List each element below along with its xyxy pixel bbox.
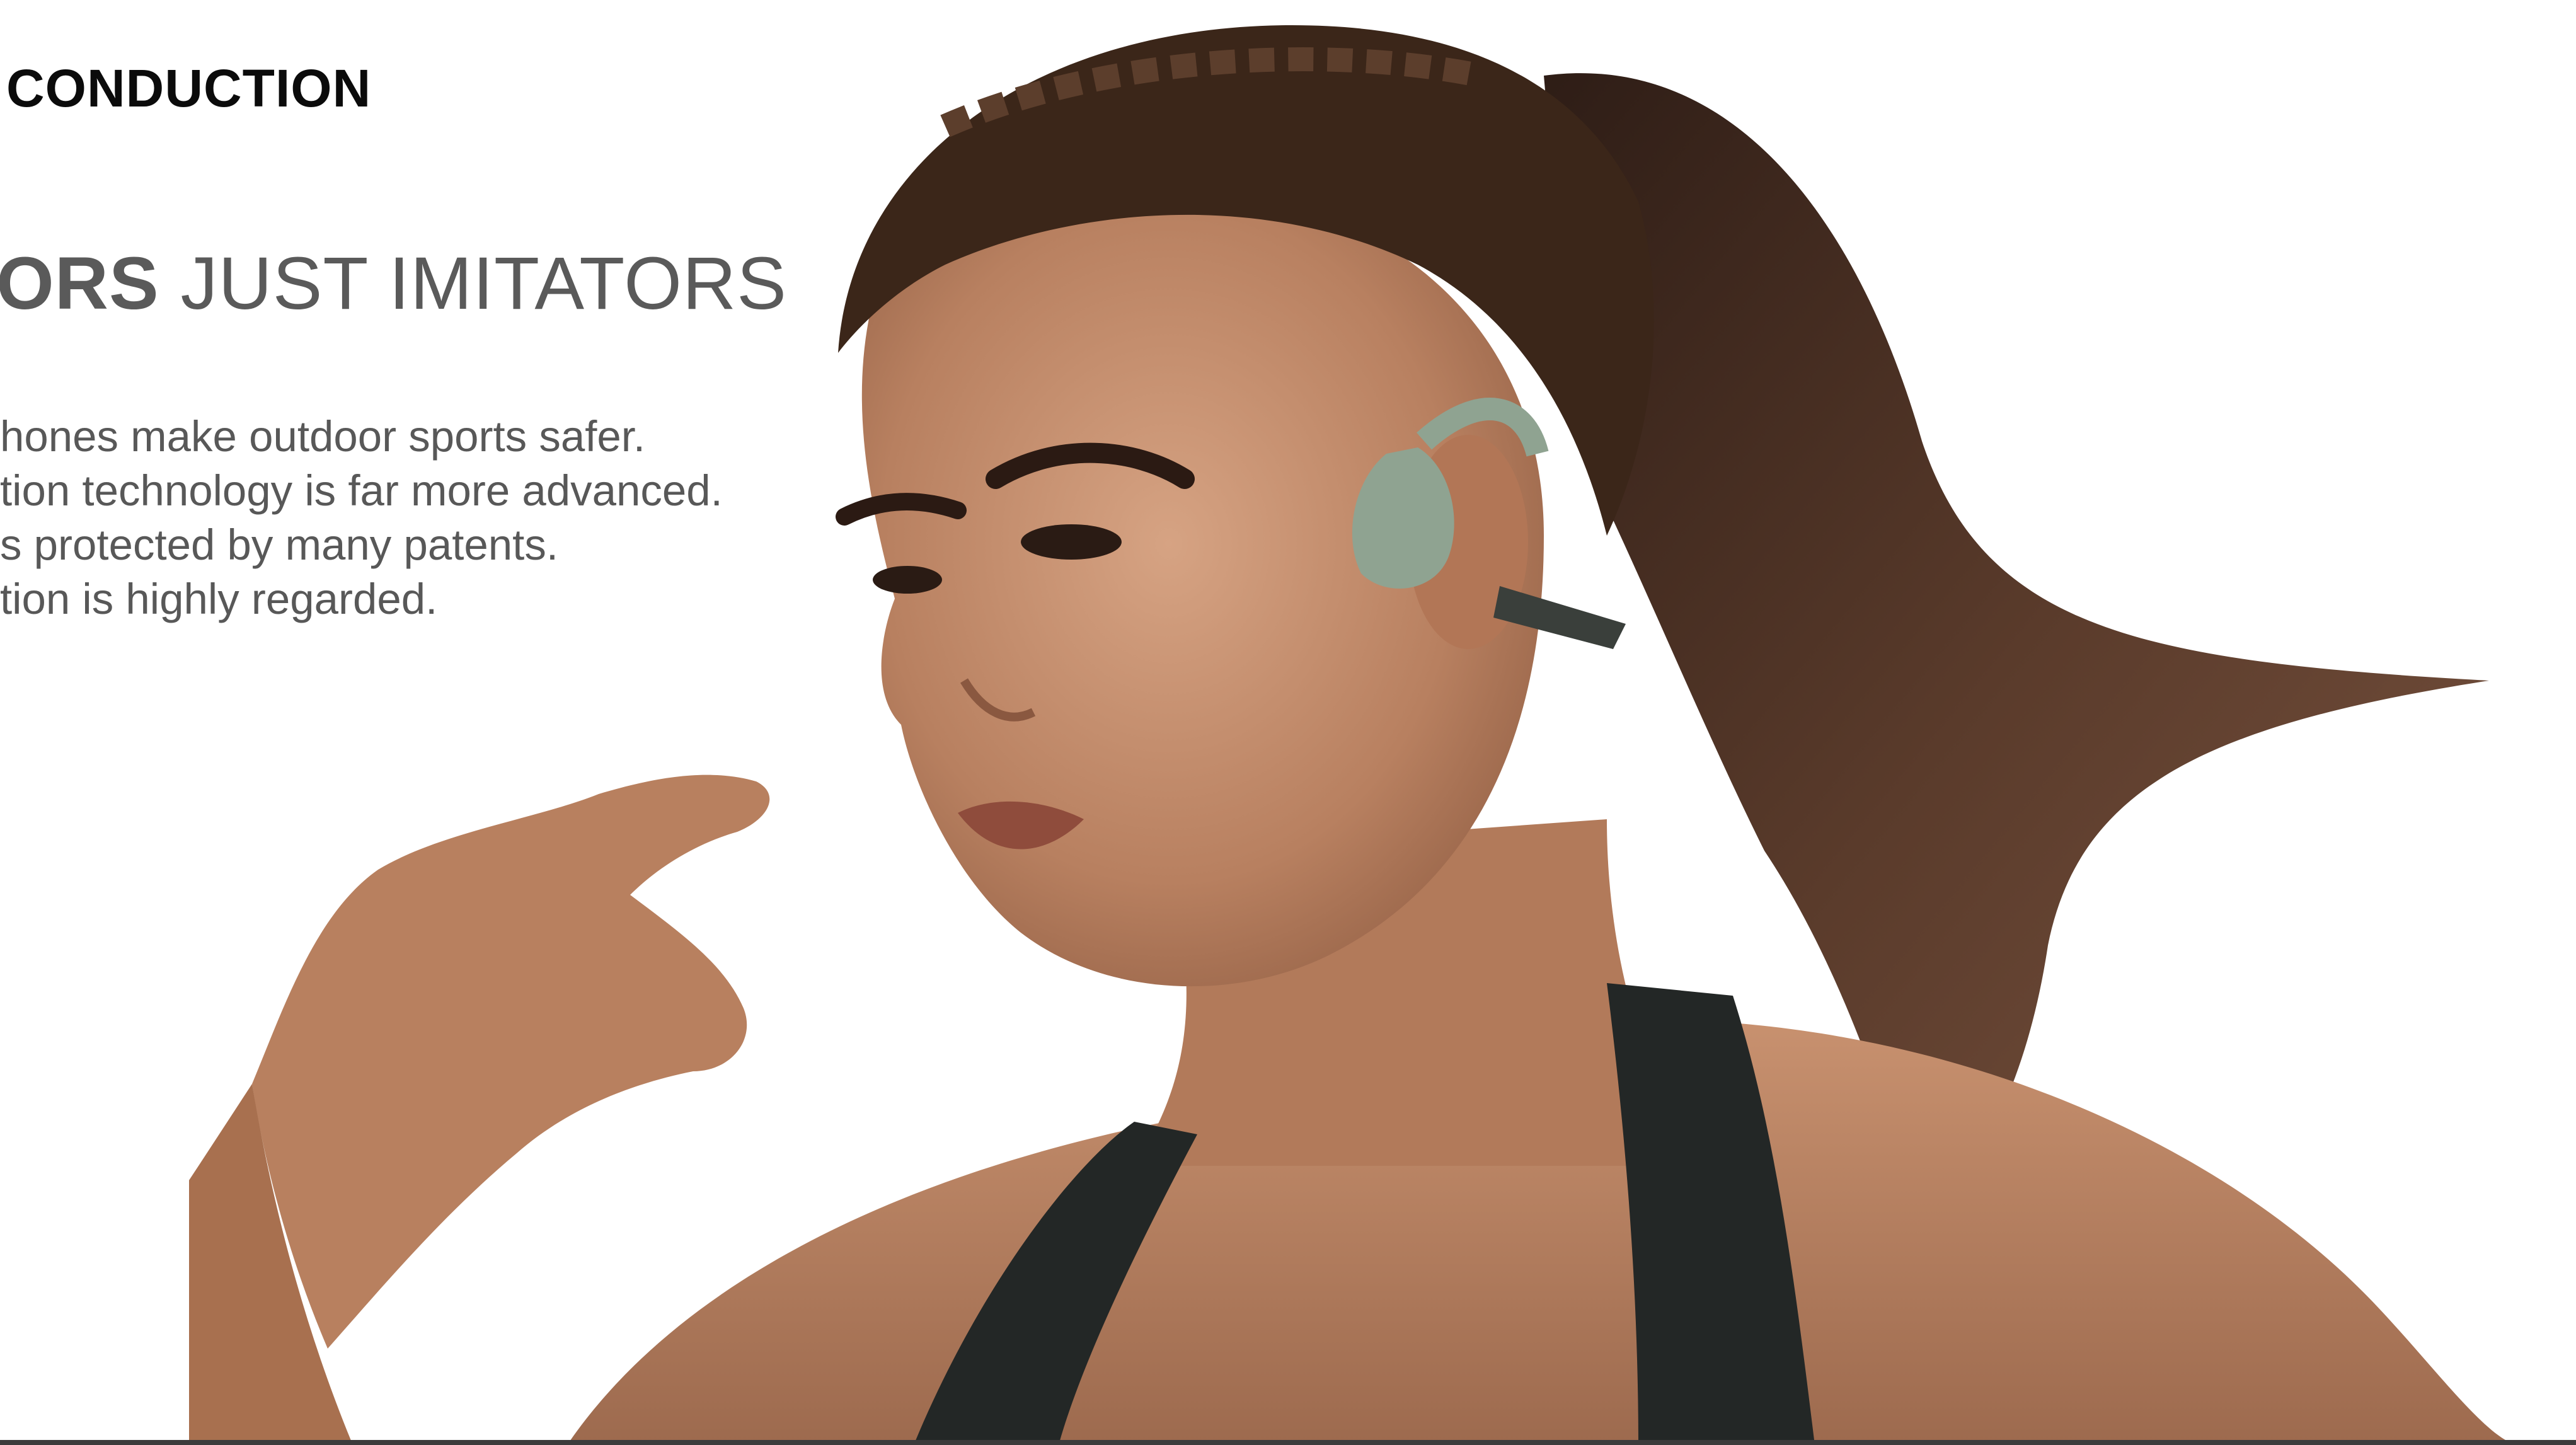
- headline-bold: ORS: [0, 242, 159, 325]
- feature-item: hones make outdoor sports safer.: [0, 412, 646, 461]
- raised-hand: [252, 774, 770, 1349]
- feature-item: s protected by many patents.: [0, 521, 558, 569]
- feature-item: tion is highly regarded.: [0, 575, 438, 623]
- headline-rest: JUST IMITATORS: [159, 242, 787, 325]
- eye-left: [873, 566, 942, 594]
- slide: CONDUCTION ORS JUST IMITATORS hones make…: [0, 0, 2576, 1445]
- eye-right: [1021, 524, 1122, 560]
- hero-photo: [189, 25, 2521, 1445]
- headline: ORS JUST IMITATORS: [0, 241, 787, 326]
- feature-item: tion technology is far more advanced.: [0, 466, 723, 515]
- bottom-divider: [0, 1440, 2576, 1445]
- section-heading: CONDUCTION: [6, 59, 372, 118]
- feature-list: hones make outdoor sports safer. tion te…: [0, 410, 723, 626]
